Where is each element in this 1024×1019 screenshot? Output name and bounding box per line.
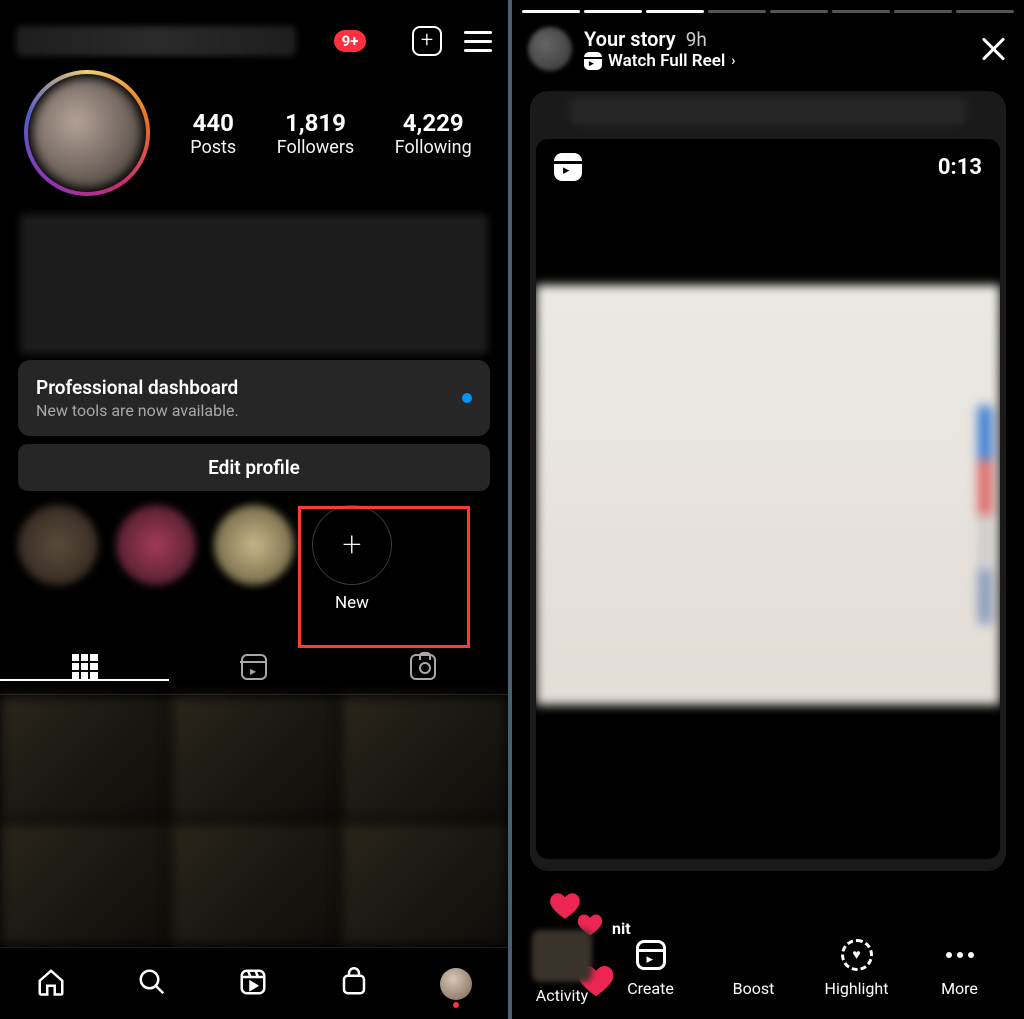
professional-dashboard-card[interactable]: Professional dashboard New tools are now…: [18, 360, 490, 436]
nav-profile[interactable]: [440, 968, 472, 1000]
post-thumb[interactable]: [340, 696, 508, 820]
more-icon: [946, 952, 974, 958]
dashboard-title: Professional dashboard: [36, 376, 239, 399]
activity-thumb: [532, 930, 592, 982]
boost-label: Boost: [733, 979, 775, 998]
story-header: Your story 9h ▸ Watch Full Reel ›: [512, 13, 1024, 85]
tab-grid[interactable]: [0, 654, 169, 680]
reels-icon: ▸: [584, 52, 602, 70]
stat-following[interactable]: 4,229 Following: [395, 109, 472, 158]
followers-count: 1,819: [277, 109, 355, 137]
post-thumb[interactable]: [0, 696, 168, 820]
reel-media: [536, 285, 1000, 705]
following-label: Following: [395, 137, 472, 158]
trending-icon: [736, 937, 772, 973]
grid-icon: [72, 654, 98, 680]
nav-home[interactable]: [36, 967, 66, 1001]
nav-reels[interactable]: [238, 967, 268, 1001]
caption-text: [570, 97, 966, 125]
watch-full-reel-label: Watch Full Reel: [608, 51, 725, 71]
tagged-icon: [410, 654, 436, 680]
create-label: Create: [627, 979, 674, 998]
close-button[interactable]: [978, 34, 1008, 64]
nav-search[interactable]: [137, 967, 167, 1001]
post-thumb[interactable]: [340, 822, 508, 946]
reel-duration: 0:13: [938, 155, 982, 180]
new-indicator-dot: [462, 393, 472, 403]
new-post-icon[interactable]: [412, 26, 442, 56]
post-thumb[interactable]: [0, 822, 168, 946]
bottom-nav: [0, 947, 508, 1019]
story-progress-bar: [512, 0, 1024, 13]
story-time: 9h: [686, 28, 707, 51]
profile-screen: 9+ 440 Posts 1,819 Followers 4,2: [0, 0, 508, 1019]
more-button[interactable]: More: [915, 937, 1004, 998]
story-viewer-screen: Your story 9h ▸ Watch Full Reel › 0:13: [512, 0, 1024, 1019]
post-thumb[interactable]: [170, 822, 338, 946]
highlight-item[interactable]: [18, 505, 98, 593]
more-label: More: [941, 979, 978, 998]
boost-button[interactable]: Boost: [709, 937, 798, 998]
stat-posts[interactable]: 440 Posts: [190, 109, 236, 158]
story-actions-bar: Activity Create Boost Highlight More: [512, 915, 1024, 1019]
stat-followers[interactable]: 1,819 Followers: [277, 109, 355, 158]
dashboard-subtitle: New tools are now available.: [36, 401, 239, 420]
chevron-right-icon: ›: [731, 53, 735, 69]
post-grid: [0, 696, 508, 946]
tab-tagged[interactable]: [339, 654, 508, 680]
story-avatar[interactable]: [24, 70, 150, 196]
story-content[interactable]: 0:13: [530, 91, 1006, 871]
story-title[interactable]: Your story: [584, 27, 676, 51]
activity-button[interactable]: Activity: [532, 930, 592, 1005]
avatar-image: [32, 78, 142, 188]
reels-icon: [241, 654, 267, 680]
nav-shop[interactable]: [339, 967, 369, 1001]
posts-label: Posts: [190, 137, 236, 158]
highlight-item[interactable]: [214, 505, 294, 593]
annotation-box: [298, 506, 470, 648]
menu-icon[interactable]: [464, 31, 492, 52]
post-thumb[interactable]: [170, 696, 338, 820]
edit-profile-button[interactable]: Edit profile: [18, 444, 490, 491]
tab-reels[interactable]: [169, 654, 338, 680]
followers-label: Followers: [277, 137, 355, 158]
reels-icon: [554, 153, 582, 181]
notification-badge[interactable]: 9+: [334, 30, 367, 52]
top-bar: 9+: [0, 0, 508, 64]
profile-header: 440 Posts 1,819 Followers 4,229 Followin…: [0, 64, 508, 200]
story-author-avatar[interactable]: [528, 27, 572, 71]
activity-label: Activity: [532, 986, 592, 1005]
username[interactable]: [16, 26, 296, 56]
highlight-item[interactable]: [116, 505, 196, 593]
reels-icon: [636, 940, 666, 970]
highlight-button[interactable]: Highlight: [812, 937, 901, 998]
bio-text: [20, 214, 488, 354]
highlight-label: Highlight: [825, 979, 889, 998]
following-count: 4,229: [395, 109, 472, 137]
watch-full-reel-link[interactable]: ▸ Watch Full Reel ›: [584, 51, 736, 71]
create-button[interactable]: Create: [606, 937, 695, 998]
reel-preview-card[interactable]: 0:13: [536, 139, 1000, 859]
highlight-icon: [841, 939, 873, 971]
posts-count: 440: [190, 109, 236, 137]
